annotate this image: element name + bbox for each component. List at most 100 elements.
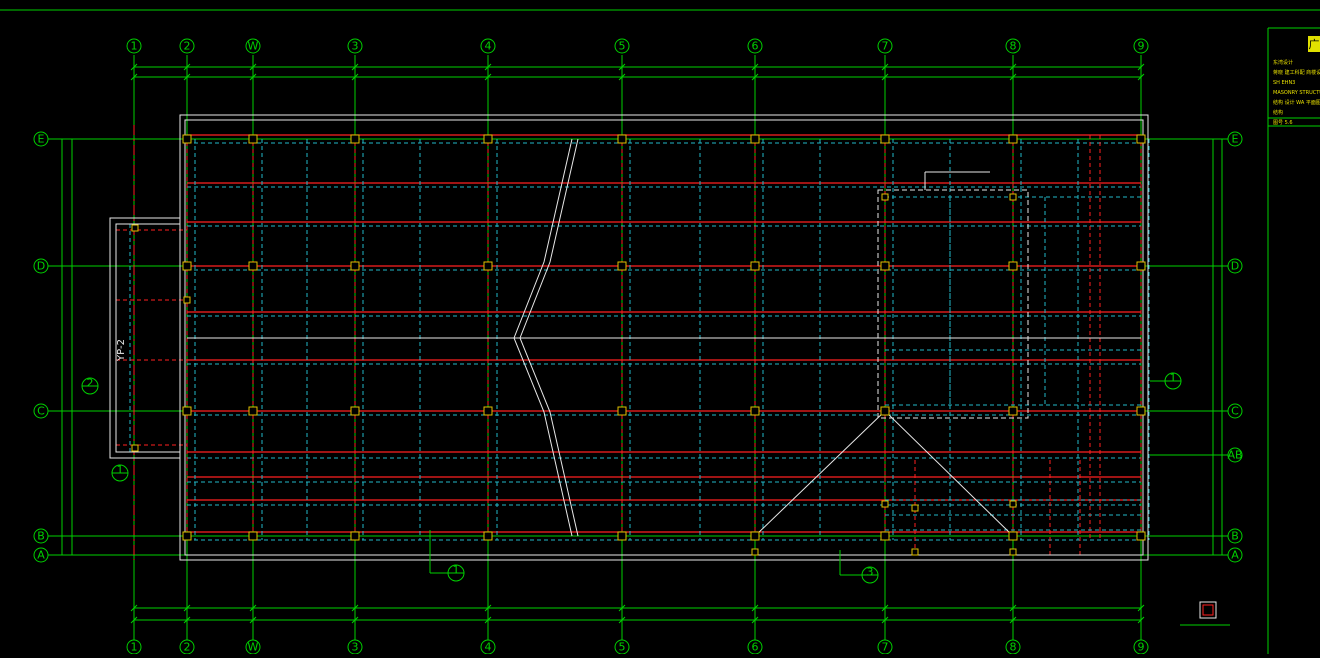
grid-label-col-W: W (248, 40, 259, 53)
section-callout-label: 1 (117, 464, 124, 477)
grid-label-col-7: 7 (882, 40, 889, 53)
structural-plan-drawing: 1122WW33445566778899E ED DC CB BA AAB YP-2211… (0, 9, 1320, 655)
column-small (1009, 500, 1017, 508)
title-block-line: 蒋晓 建工科配 商楼设计 (1273, 69, 1320, 76)
grid-label-col-8: 8 (1010, 40, 1017, 53)
title-block-line: 东湾设计 (1273, 59, 1293, 66)
column-9-C (1136, 406, 1146, 416)
grid-label-col-3: 3 (352, 641, 359, 654)
grid-label-col-5: 5 (619, 641, 626, 654)
column-W-B (248, 531, 258, 541)
section-callout-label: 1 (453, 564, 460, 577)
grid-label-col-9: 9 (1138, 641, 1145, 654)
grid-label-col-1: 1 (131, 40, 138, 53)
grid-label-col-6: 6 (752, 40, 759, 53)
grid-label-col-8: 8 (1010, 641, 1017, 654)
grid-label-row-C: C (37, 405, 45, 418)
annex-wall-outer (109, 217, 180, 459)
grid-label-col-1: 1 (131, 641, 138, 654)
column-4-B (483, 531, 493, 541)
grid-label-col-7: 7 (882, 641, 889, 654)
column-3-C (350, 406, 360, 416)
column-8-E (1008, 134, 1018, 144)
column-6-B (750, 531, 760, 541)
column-9-D (1136, 261, 1146, 271)
grid-label-row-B: B (37, 530, 45, 543)
column-6-C (750, 406, 760, 416)
column-layer (131, 134, 1146, 556)
column-3-E (350, 134, 360, 144)
grid-label-row-AB: AB (1227, 449, 1242, 462)
grid-label-row-A: A (37, 549, 45, 562)
column-8-D (1008, 261, 1018, 271)
column-small (1009, 548, 1017, 556)
title-block-line: SH EHN3 (1273, 80, 1295, 86)
dimension-layer (130, 63, 1145, 624)
column-small (1009, 193, 1017, 201)
column-8-B (1008, 531, 1018, 541)
column-small (911, 548, 919, 556)
grid-label-col-4: 4 (485, 40, 492, 53)
drawing-frame (0, 9, 1320, 654)
column-2-C (182, 406, 192, 416)
grid-label-row-C: C (1231, 405, 1239, 418)
grid-label-col-4: 4 (485, 641, 492, 654)
column-2-D (182, 261, 192, 271)
grid-label-row-B: B (1231, 530, 1239, 543)
column-9-B (1136, 531, 1146, 541)
column-3-B (350, 531, 360, 541)
column-2-B (182, 531, 192, 541)
column-9-E (1136, 134, 1146, 144)
grid-label-row-E: E (1232, 133, 1239, 146)
diagonal-brace-right (884, 410, 1014, 537)
annex-column (131, 444, 139, 452)
grid-label-col-9: 9 (1138, 40, 1145, 53)
wall-outline (109, 114, 1149, 561)
beam-layer (116, 134, 1150, 555)
grid-label-row-D: D (37, 260, 45, 273)
column-2-E (182, 134, 192, 144)
column-6-E (750, 134, 760, 144)
section-callout-label: 1 (1170, 372, 1177, 385)
column-small (881, 193, 889, 201)
column-5-D (617, 261, 627, 271)
column-small (751, 548, 759, 556)
grid-label-col-2: 2 (184, 40, 191, 53)
column-4-C (483, 406, 493, 416)
column-5-E (617, 134, 627, 144)
cad-viewport[interactable]: 1 1 2 2 W W 3 3 4 4 5 5 6 6 7 7 8 8 9 9 E E D D C C B B A A AB YP-2 2 1 1… (0, 0, 1320, 655)
column-7-C (880, 406, 890, 416)
column-small (911, 504, 919, 512)
annex-column (183, 296, 191, 304)
column-8-C (1008, 406, 1018, 416)
annex-wall-inner (115, 223, 180, 453)
column-W-E (248, 134, 258, 144)
column-3-D (350, 261, 360, 271)
title-block-line: 结构 设计 WA 平面图 (1273, 99, 1320, 106)
column-7-D (880, 261, 890, 271)
grid-label-row-D: D (1231, 260, 1239, 273)
column-section-rebar (1202, 604, 1214, 616)
elevation-label: YP-2 (116, 339, 127, 362)
column-W-C (248, 406, 258, 416)
title-block-line: 结构 (1273, 109, 1283, 116)
column-section-detail (1199, 601, 1217, 619)
grid-label-col-5: 5 (619, 40, 626, 53)
section-callout-label: 3 (867, 566, 874, 579)
column-small (881, 500, 889, 508)
grid-label-col-2: 2 (184, 641, 191, 654)
grid-label-row-E: E (38, 133, 45, 146)
column-5-C (617, 406, 627, 416)
column-4-E (483, 134, 493, 144)
grid-label-row-A: A (1231, 549, 1239, 562)
grid-bubbles: 1122WW33445566778899E ED DC CB BA AAB (33, 38, 1243, 655)
column-7-B (880, 531, 890, 541)
grid-label-col-3: 3 (352, 40, 359, 53)
column-7-E (880, 134, 890, 144)
column-W-D (248, 261, 258, 271)
company-logo-text: 广 (1309, 38, 1320, 51)
section-callout-label: 2 (87, 377, 94, 390)
grid-label-col-6: 6 (752, 641, 759, 654)
title-block-line: MASONRY STRUCTURAL DESIGN (1273, 90, 1320, 96)
annex-column (131, 224, 139, 232)
